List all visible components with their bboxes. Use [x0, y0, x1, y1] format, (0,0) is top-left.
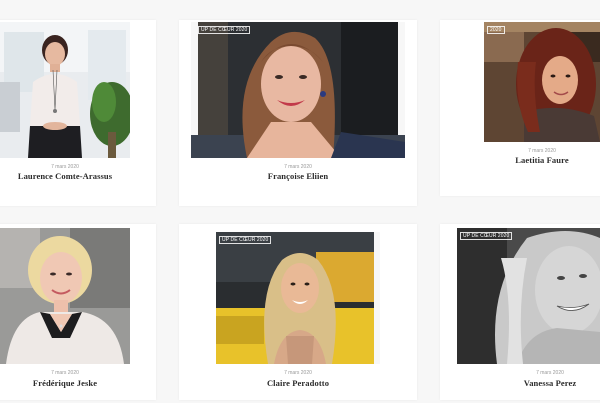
post-date: 7 mars 2020: [51, 164, 79, 170]
post-date: 7 mars 2020: [536, 370, 564, 376]
post-photo[interactable]: [0, 22, 130, 158]
portrait-woman-smiling-image: [191, 22, 405, 158]
portrait-woman-curly-hair-image: [484, 22, 600, 142]
post-card-claire[interactable]: UP DE CŒUR 2020 7 mars 2020 Claire Perad…: [179, 224, 417, 400]
post-card-laetitia[interactable]: 2020 7 mars 2020 Laetitia Faure: [440, 20, 600, 196]
post-photo[interactable]: UP DE CŒUR 2020: [191, 22, 405, 158]
post-photo[interactable]: UP DE CŒUR 2020: [216, 232, 380, 364]
portrait-woman-blonde-long-image: [216, 232, 380, 364]
post-title[interactable]: Laetitia Faure: [484, 155, 600, 165]
post-card-francoise[interactable]: UP DE CŒUR 2020 7 mars 2020 Françoise El…: [179, 20, 417, 206]
post-badge: UP DE CŒUR 2020: [219, 236, 272, 244]
portrait-woman-blonde-short-image: [0, 228, 130, 364]
portrait-woman-office-image: [0, 22, 130, 158]
post-title[interactable]: Françoise Eliien: [179, 171, 417, 181]
post-title[interactable]: Vanessa Perez: [500, 378, 600, 388]
post-badge: UP DE CŒUR 2020: [460, 232, 513, 240]
post-card-vanessa[interactable]: UP DE CŒUR 2020 7 mars 2020 Vanessa Pere…: [440, 224, 600, 400]
portrait-woman-bw-image: [457, 228, 600, 364]
post-photo[interactable]: [0, 228, 130, 364]
post-photo[interactable]: UP DE CŒUR 2020: [457, 228, 600, 364]
post-title[interactable]: Claire Peradotto: [179, 378, 417, 388]
post-date: 7 mars 2020: [528, 148, 556, 154]
post-date: 7 mars 2020: [51, 370, 79, 376]
post-date: 7 mars 2020: [284, 164, 312, 170]
post-card-frederique[interactable]: 7 mars 2020 Frédérique Jeske: [0, 224, 156, 400]
post-photo[interactable]: 2020: [484, 22, 600, 142]
post-title[interactable]: Laurence Comte-Arassus: [0, 171, 130, 181]
post-title[interactable]: Frédérique Jeske: [0, 378, 130, 388]
post-badge: 2020: [487, 26, 505, 34]
post-card-laurence[interactable]: 7 mars 2020 Laurence Comte-Arassus: [0, 20, 156, 206]
post-date: 7 mars 2020: [284, 370, 312, 376]
post-badge: UP DE CŒUR 2020: [198, 26, 251, 34]
